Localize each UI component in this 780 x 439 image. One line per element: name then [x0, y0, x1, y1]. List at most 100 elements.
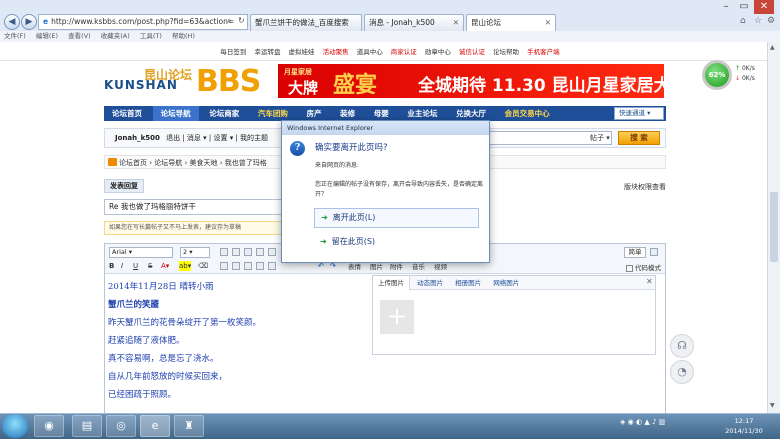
attachment-button[interactable]: 附件 — [390, 262, 403, 272]
tab-reply[interactable]: 发表回复 — [104, 179, 144, 193]
quote-icon[interactable] — [268, 262, 276, 270]
headset-support-icon[interactable]: ☊ — [670, 334, 694, 358]
music-button[interactable]: 音乐 — [412, 262, 425, 272]
chat-icon[interactable]: ◔ — [670, 360, 694, 384]
back-button[interactable]: ◀ — [4, 14, 20, 30]
link-merchant[interactable]: 商家认证 — [391, 48, 417, 56]
tab-ksbbs[interactable]: ✕ 昆山论坛 — [466, 14, 556, 31]
underline-icon[interactable]: U — [133, 261, 138, 271]
scroll-up-icon[interactable]: ▲ — [770, 44, 775, 51]
tab-web-image[interactable]: 网络图片 — [488, 276, 524, 290]
tray-icon[interactable]: ◉ — [628, 418, 634, 426]
messages-link[interactable]: 消息 — [187, 134, 201, 142]
nav-exchange[interactable]: 兑换大厅 — [448, 106, 494, 121]
tab-close-icon[interactable]: ✕ — [545, 15, 551, 31]
search-type-select[interactable]: 帖子 ▾ — [590, 133, 610, 143]
expand-editor-icon[interactable] — [650, 248, 658, 256]
nav-home[interactable]: 论坛首页 — [104, 106, 150, 121]
link-medals[interactable]: 勋章中心 — [425, 48, 451, 56]
tray-icon[interactable]: ◈ — [620, 418, 625, 426]
nav-owners[interactable]: 业主论坛 — [399, 106, 445, 121]
maximize-button[interactable]: ▭ — [736, 0, 752, 14]
add-image-button[interactable]: + — [380, 300, 414, 334]
tab-baidu[interactable]: 蟹爪兰饼干的做法_百度搜索 — [250, 14, 362, 31]
close-window-button[interactable]: ✕ — [754, 0, 774, 14]
quick-channel-select[interactable]: 快速通道 ▾ — [614, 107, 664, 120]
nav-guide[interactable]: 论坛导航 — [152, 106, 199, 121]
media-player-icon[interactable]: ◉ — [34, 415, 64, 437]
edu-app-icon[interactable]: ♜ — [174, 415, 204, 437]
home-breadcrumb-icon[interactable] — [108, 158, 117, 166]
settings-link[interactable]: 设置 — [213, 134, 227, 142]
link-checkin[interactable]: 每日签到 — [220, 48, 246, 56]
code-mode-checkbox[interactable]: 代码模式 — [626, 262, 661, 272]
menu-file[interactable]: 文件(F) — [4, 32, 26, 40]
align-right-icon[interactable] — [244, 248, 252, 256]
link-icon[interactable] — [256, 262, 264, 270]
link-mobile[interactable]: 手机客户端 — [527, 48, 560, 56]
nav-baby[interactable]: 母婴 — [366, 106, 397, 121]
subject-input[interactable]: Re 我也做了玛格丽特饼干 — [104, 199, 284, 215]
menu-view[interactable]: 查看(V) — [68, 32, 91, 40]
tab-messages[interactable]: ✕ 消息 - Jonah_k500 — [364, 14, 464, 31]
ad-banner[interactable]: 月星家居 大牌 盛宴 全城期待 11.30 昆山月星家居大厅 — [278, 64, 664, 98]
menu-help[interactable]: 帮助(H) — [172, 32, 195, 40]
forward-button[interactable]: ▶ — [21, 14, 37, 30]
logout-link[interactable]: 退出 — [166, 134, 180, 142]
tab-dynamic-image[interactable]: 动态图片 — [412, 276, 448, 290]
refresh-icon[interactable]: ↻ — [238, 16, 245, 25]
align-center-icon[interactable] — [232, 248, 240, 256]
scroll-down-icon[interactable]: ▼ — [770, 402, 775, 409]
strike-icon[interactable]: S — [148, 261, 152, 271]
nav-trade[interactable]: 会员交易中心 — [497, 106, 558, 121]
tab-album-image[interactable]: 相册图片 — [450, 276, 486, 290]
tray-icon[interactable]: ▲ — [644, 418, 649, 426]
font-color-icon[interactable]: A▾ — [161, 261, 169, 271]
menu-favorites[interactable]: 收藏夹(A) — [101, 32, 130, 40]
tools-gear-icon[interactable]: ⚙ — [767, 16, 775, 26]
leave-page-button[interactable]: ➜ 离开此页(L) — [314, 208, 479, 228]
close-icon[interactable]: ✕ — [646, 277, 653, 286]
indent-icon[interactable] — [268, 248, 276, 256]
simple-mode-button[interactable]: 简单 — [624, 247, 646, 258]
size-select[interactable]: 2 ▾ — [180, 247, 210, 258]
link-props[interactable]: 道具中心 — [357, 48, 383, 56]
italic-icon[interactable]: I — [121, 261, 123, 271]
file-explorer-icon[interactable]: ▤ — [72, 415, 102, 437]
minimize-button[interactable]: – — [718, 0, 734, 14]
font-select[interactable]: Arial ▾ — [109, 247, 173, 258]
bold-icon[interactable]: B — [109, 261, 114, 271]
scroll-thumb[interactable] — [770, 192, 778, 262]
link-help[interactable]: 论坛帮助 — [493, 48, 519, 56]
home-icon[interactable]: ⌂ — [740, 16, 746, 26]
emoji-button[interactable]: 表情 — [348, 262, 361, 272]
tab-close-icon[interactable]: ✕ — [453, 15, 459, 31]
address-bar[interactable]: e http://www.ksbbs.com/post.php?fid=63&ac… — [38, 14, 248, 30]
video-button[interactable]: 视频 — [434, 262, 447, 272]
image-button[interactable]: 图片 — [370, 262, 383, 272]
link-wheel[interactable]: 幸运转盘 — [254, 48, 280, 56]
tab-upload-image[interactable]: 上传图片 — [373, 276, 410, 290]
site-logo[interactable]: 昆山论坛 KUNSHAN BBS — [104, 64, 274, 99]
username-link[interactable]: Jonah_k500 — [115, 134, 160, 142]
checkbox-icon[interactable] — [626, 264, 633, 272]
green-app-icon[interactable]: ◎ — [106, 415, 136, 437]
link-doll[interactable]: 虚拟娃娃 — [289, 48, 315, 56]
clear-format-icon[interactable]: ⌫ — [198, 261, 208, 271]
stay-page-button[interactable]: ➜ 留在此页(S) — [314, 233, 479, 253]
taskbar-clock[interactable]: 12:17 2014/11/30 — [724, 416, 764, 436]
align-left-icon[interactable] — [220, 248, 228, 256]
vertical-scrollbar[interactable]: ▲ ▼ — [767, 42, 780, 413]
highlight-icon[interactable]: ab▾ — [179, 261, 192, 271]
start-button[interactable] — [2, 414, 28, 438]
link-events[interactable]: 活动聚焦 — [323, 48, 349, 56]
list-icon[interactable] — [256, 248, 264, 256]
favorites-icon[interactable]: ☆ — [754, 16, 762, 26]
tray-icon[interactable]: ◐ — [636, 418, 642, 426]
nav-car[interactable]: 汽车团购 — [250, 106, 296, 121]
nav-merchants[interactable]: 论坛商家 — [201, 106, 247, 121]
menu-edit[interactable]: 编辑(E) — [36, 32, 58, 40]
nav-decor[interactable]: 装修 — [332, 106, 363, 121]
search-button[interactable]: 搜 索 — [618, 131, 660, 145]
search-icon[interactable]: ⌕ — [227, 16, 231, 26]
